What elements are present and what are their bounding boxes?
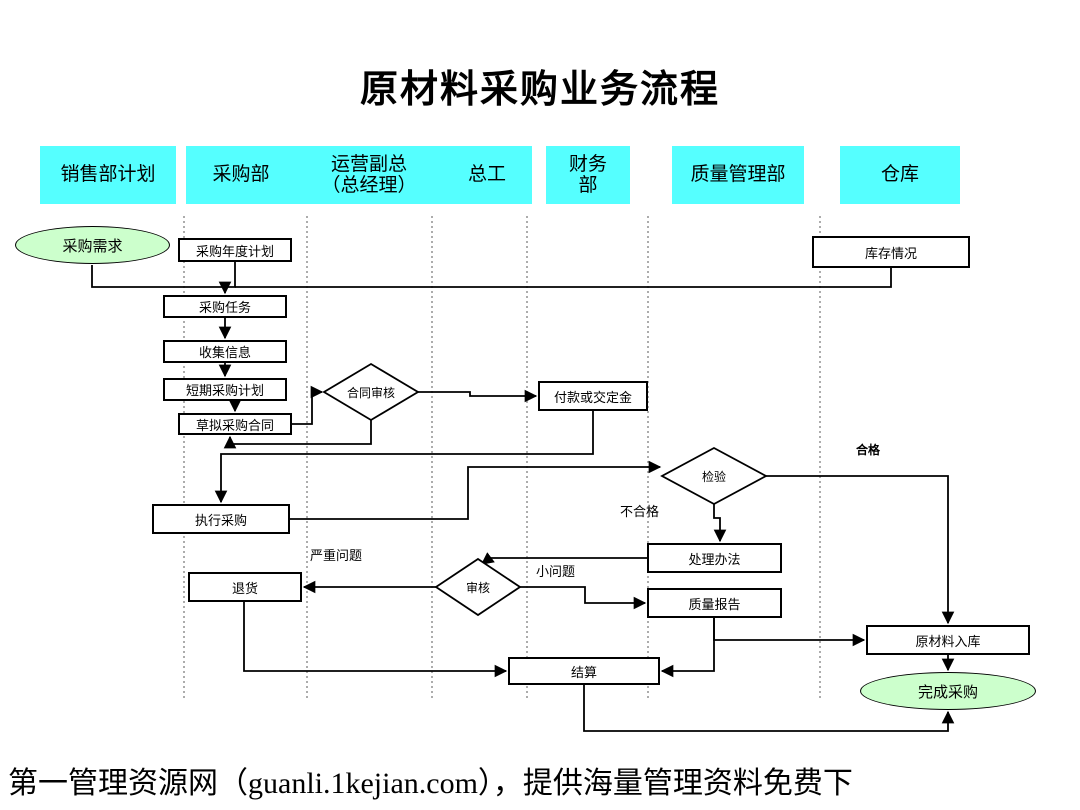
lane-header-5[interactable]: 质量管理部 [672,146,804,204]
footer-watermark: 第一管理资源网（guanli.1kejian.com），提供海量管理资料免费下 [8,767,853,800]
lane-header-4[interactable]: 财务 部 [546,146,630,204]
unqualified-label: 不合格 [620,504,660,519]
short-term-plan[interactable]: 短期采购计划 [163,378,287,401]
handling-method[interactable]: 处理办法 [647,543,782,573]
lane-header-6[interactable]: 仓库 [840,146,960,204]
lane-header-label: 财务 部 [568,153,607,196]
lane-header-label: 仓库 [880,164,919,186]
minor-problem-label: 小问题 [536,564,576,579]
execute-procurement[interactable]: 执行采购 [152,504,290,534]
lane-header-label: 总工 [467,164,506,186]
inspection[interactable] [660,446,768,506]
serious-problem-label: 严重问题 [310,548,363,563]
lane-header-label: 销售部计划 [60,164,156,186]
return-goods[interactable]: 退货 [188,572,302,602]
contract-review[interactable] [322,362,420,422]
payment-or-deposit[interactable]: 付款或交定金 [538,381,648,411]
qualified-label: 合格 [856,443,881,457]
lane-header-3[interactable]: 总工 [442,146,532,204]
complete-procurement[interactable]: 完成采购 [860,672,1036,710]
collect-information[interactable]: 收集信息 [163,340,287,363]
lane-header-2[interactable]: 运营副总 （总经理） [296,146,442,204]
lane-header-label: 质量管理部 [690,164,786,186]
flowchart-page: 原材料采购业务流程 销售部计划 采购部 运营副总 （总经理） 总工 财务 部 质… [0,0,1080,810]
procurement-demand[interactable]: 采购需求 [15,226,170,264]
procurement-task[interactable]: 采购任务 [163,295,287,318]
annual-procurement-plan[interactable]: 采购年度计划 [178,238,292,262]
lane-header-label: 采购部 [212,164,270,186]
settlement[interactable]: 结算 [508,657,660,685]
inventory-status[interactable]: 库存情况 [812,236,970,268]
lane-header-1[interactable]: 采购部 [186,146,296,204]
lane-header-label: 运营副总 （总经理） [321,153,417,196]
lane-header-0[interactable]: 销售部计划 [40,146,176,204]
raw-material-storage[interactable]: 原材料入库 [866,625,1030,655]
draft-contract[interactable]: 草拟采购合同 [178,413,292,435]
review-decision[interactable] [434,557,522,617]
quality-report[interactable]: 质量报告 [647,588,782,618]
